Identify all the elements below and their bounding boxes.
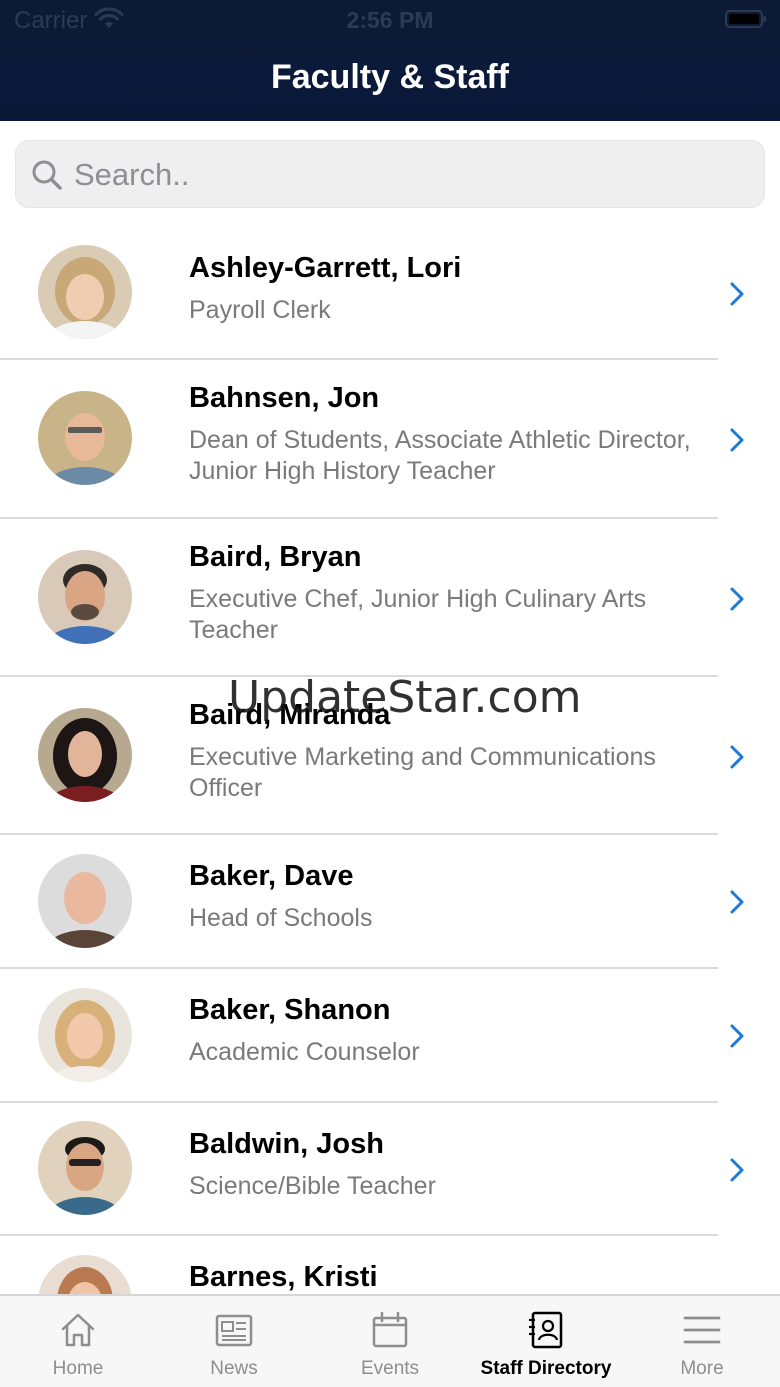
staff-list[interactable]: Ashley-Garrett, Lori Payroll Clerk Bahns…	[0, 226, 780, 1294]
staff-name: Ashley-Garrett, Lori	[189, 252, 462, 284]
tab-label: Home	[52, 1358, 104, 1379]
staff-name: Baird, Miranda	[189, 699, 391, 731]
staff-avatar	[38, 391, 132, 485]
staff-title: Science/Bible Teacher	[189, 1172, 436, 1200]
tab-home[interactable]: Home	[0, 1296, 156, 1387]
chevron-right-icon	[730, 745, 744, 769]
tab-more[interactable]: More	[624, 1296, 780, 1387]
staff-avatar	[38, 1121, 132, 1215]
staff-name: Barnes, Kristi	[189, 1261, 378, 1293]
tab-staff-directory[interactable]: Staff Directory	[468, 1296, 624, 1387]
tab-label: News	[210, 1358, 258, 1379]
tab-events[interactable]: Events	[312, 1296, 468, 1387]
chevron-right-icon	[730, 428, 744, 452]
staff-name: Bahnsen, Jon	[189, 382, 380, 414]
staff-row[interactable]: Barnes, Kristi	[0, 1236, 780, 1294]
staff-row[interactable]: Baker, Shanon Academic Counselor	[0, 969, 780, 1103]
search-bar[interactable]	[15, 140, 765, 208]
contact-card-icon	[529, 1311, 563, 1349]
navigation-header: Carrier 2:56 PM Faculty & Staff	[0, 0, 780, 121]
staff-title: Academic Counselor	[189, 1038, 420, 1066]
tab-bar: Home News Events Staff Directory More	[0, 1294, 780, 1387]
page-title: Faculty & Staff	[270, 58, 510, 96]
staff-title: Executive Chef, Junior High Culinary Art…	[189, 585, 647, 644]
staff-name: Baker, Shanon	[189, 994, 391, 1026]
staff-avatar	[38, 550, 132, 644]
staff-name: Baldwin, Josh	[189, 1128, 384, 1160]
staff-name: Baker, Dave	[189, 860, 354, 892]
staff-avatar	[38, 708, 132, 802]
tab-news[interactable]: News	[156, 1296, 312, 1387]
tab-label: Events	[360, 1358, 420, 1379]
search-input[interactable]	[74, 149, 744, 201]
search-icon	[32, 160, 62, 190]
chevron-right-icon	[730, 1024, 744, 1048]
news-icon	[215, 1314, 253, 1347]
staff-avatar	[38, 245, 132, 339]
staff-row[interactable]: Ashley-Garrett, Lori Payroll Clerk	[0, 226, 780, 360]
staff-row[interactable]: Bahnsen, Jon Dean of Students, Associate…	[0, 360, 780, 519]
staff-row[interactable]: Baker, Dave Head of Schools	[0, 835, 780, 969]
chevron-right-icon	[730, 282, 744, 306]
chevron-right-icon	[730, 587, 744, 611]
status-bar: Carrier 2:56 PM	[0, 0, 780, 40]
tab-label: More	[680, 1358, 724, 1379]
staff-title: Payroll Clerk	[189, 296, 331, 324]
calendar-icon	[372, 1311, 408, 1348]
staff-row[interactable]: Baird, Bryan Executive Chef, Junior High…	[0, 519, 780, 677]
chevron-right-icon	[730, 1158, 744, 1182]
home-icon	[61, 1313, 95, 1347]
status-time: 2:56 PM	[346, 7, 434, 33]
chevron-right-icon	[730, 890, 744, 914]
staff-title: Dean of Students, Associate Athletic Dir…	[189, 426, 691, 485]
staff-title: Executive Marketing and Communications O…	[189, 743, 656, 802]
staff-avatar	[38, 854, 132, 948]
battery-icon	[725, 10, 766, 28]
tab-label: Staff Directory	[480, 1358, 612, 1379]
staff-title: Head of Schools	[189, 904, 373, 932]
staff-avatar	[38, 988, 132, 1082]
staff-name: Baird, Bryan	[189, 541, 362, 573]
staff-row[interactable]: Baldwin, Josh Science/Bible Teacher	[0, 1103, 780, 1236]
menu-icon	[683, 1316, 721, 1344]
staff-avatar	[38, 1255, 132, 1294]
staff-row[interactable]: Baird, Miranda Executive Marketing and C…	[0, 677, 780, 835]
